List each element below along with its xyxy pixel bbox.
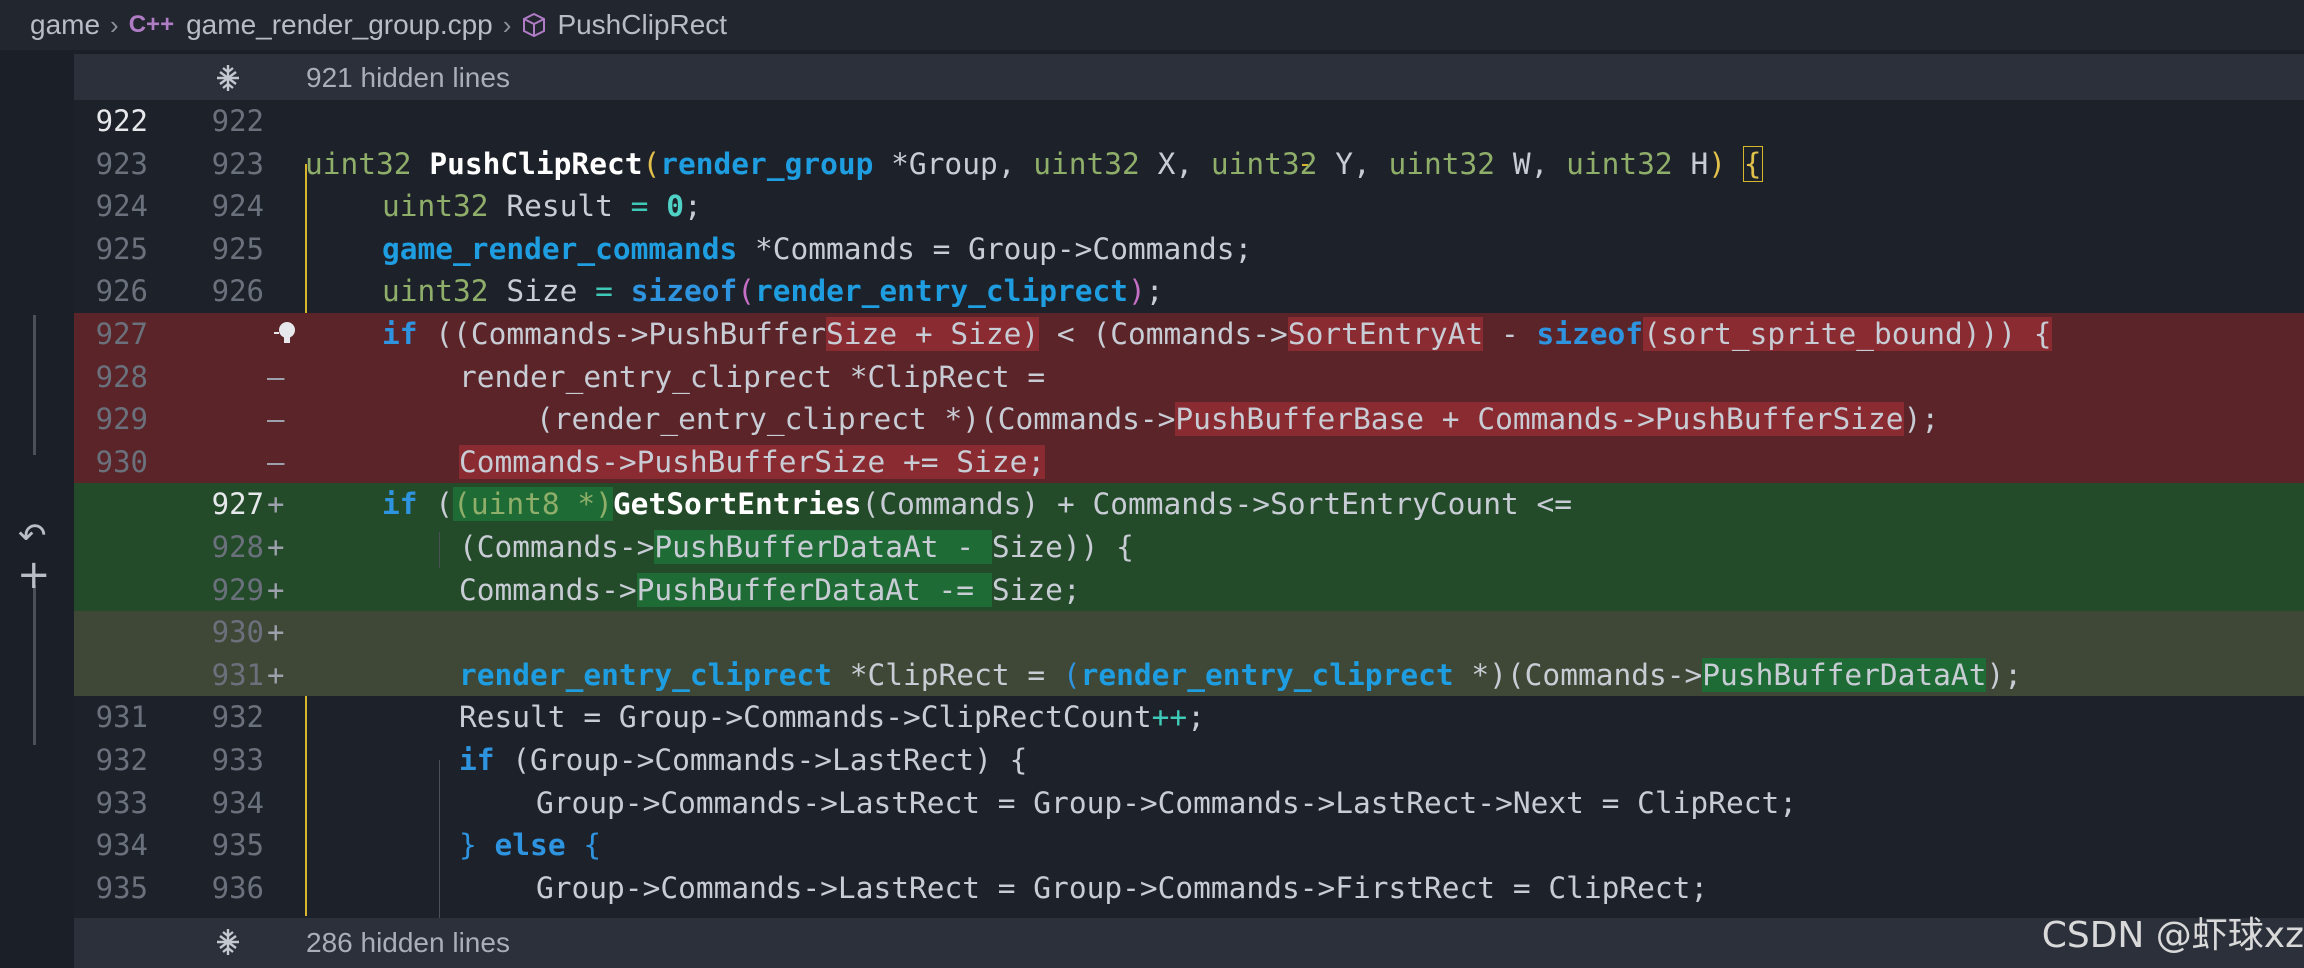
deleted-line: 929 — (render_entry_cliprect *)(Commands… bbox=[74, 398, 2304, 441]
line-number-new: 925 bbox=[211, 231, 264, 266]
line-number-old: 934 bbox=[95, 828, 148, 863]
code-text[interactable]: Result = Group->Commands->ClipRectCount+… bbox=[459, 696, 1205, 739]
added-line: 927 + if ((uint8 *)GetSortEntries(Comman… bbox=[74, 483, 2304, 526]
line-number-new: 922 bbox=[211, 104, 264, 138]
line-number-old: 932 bbox=[95, 743, 148, 777]
added-line: 929 + Commands->PushBufferDataAt -= Size… bbox=[74, 568, 2304, 612]
code-text[interactable]: render_entry_cliprect *ClipRect = bbox=[459, 356, 1045, 399]
code-text[interactable]: uint32 Size = sizeof(render_entry_clipre… bbox=[382, 270, 1164, 313]
code-text[interactable]: Group->Commands->LastRect = Group->Comma… bbox=[536, 867, 1708, 910]
diff-marker: + bbox=[267, 487, 285, 522]
breadcrumb: game › C++ game_render_group.cpp › PushC… bbox=[0, 0, 2304, 50]
line-number-new: 932 bbox=[211, 700, 264, 735]
code-line: 922 922 bbox=[74, 100, 2304, 143]
plus-icon[interactable]: + bbox=[17, 552, 51, 598]
deleted-line: 930 — Commands->PushBufferSize += Size; bbox=[74, 440, 2304, 484]
watermark: CSDN @虾球xz bbox=[2041, 915, 2304, 956]
line-number-new: 928 bbox=[211, 530, 264, 564]
code-line: 932 933 if (Group->Commands->LastRect) { bbox=[74, 739, 2304, 782]
chevron-right-icon: › bbox=[502, 9, 512, 40]
line-number-old: 929 bbox=[95, 402, 148, 437]
code-line: 933 934 Group->Commands->LastRect = Grou… bbox=[74, 782, 2304, 825]
code-text[interactable]: uint32 Result = 0; bbox=[382, 185, 702, 228]
line-number-old: 926 bbox=[95, 274, 148, 309]
code-line: 935 936 Group->Commands->LastRect = Grou… bbox=[74, 867, 2304, 910]
breadcrumb-symbol[interactable]: PushClipRect bbox=[557, 9, 727, 41]
diff-marker: + bbox=[267, 615, 285, 650]
code-text[interactable]: Commands->PushBufferDataAt -= Size; bbox=[459, 569, 1081, 612]
diff-marker: — bbox=[267, 359, 285, 394]
line-number-old: 935 bbox=[95, 870, 148, 905]
chevron-right-icon: › bbox=[110, 9, 119, 40]
diff-gutter: ↶ + bbox=[0, 50, 74, 968]
code-line: 924 924 uint32 Result = 0; bbox=[74, 185, 2304, 228]
breadcrumb-file[interactable]: game_render_group.cpp bbox=[186, 9, 493, 41]
line-number-new: 936 bbox=[211, 870, 264, 905]
unfold-icon[interactable] bbox=[212, 926, 244, 965]
hidden-lines-top[interactable]: 921 hidden lines bbox=[74, 54, 2304, 102]
deleted-line: 928 — render_entry_cliprect *ClipRect = bbox=[74, 355, 2304, 399]
code-text[interactable]: if ((Commands->PushBufferSize + Size) < … bbox=[382, 313, 2052, 356]
line-number-old: 933 bbox=[95, 785, 148, 820]
code-line: 926 926 uint32 Size = sizeof(render_entr… bbox=[74, 270, 2304, 313]
line-number-new: 931 bbox=[211, 657, 264, 692]
diff-marker: — bbox=[267, 402, 285, 437]
hidden-lines-bottom[interactable]: 286 hidden lines bbox=[74, 918, 2304, 968]
breadcrumb-folder[interactable]: game bbox=[30, 9, 100, 41]
code-line: 923 923 uint32 PushClipRect(render_group… bbox=[74, 143, 2304, 186]
code-text[interactable]: } else { bbox=[459, 824, 601, 867]
cpp-file-icon: C++ bbox=[128, 11, 175, 38]
hidden-lines-label: 286 hidden lines bbox=[306, 927, 510, 958]
code-text[interactable]: Group->Commands->LastRect = Group->Comma… bbox=[536, 782, 1797, 825]
code-text[interactable]: (Commands->PushBufferDataAt - Size)) { bbox=[459, 526, 1134, 569]
code-text[interactable]: if ((uint8 *)GetSortEntries(Commands) + … bbox=[382, 483, 1572, 526]
diff-marker: + bbox=[267, 657, 285, 692]
line-number-new: 935 bbox=[211, 828, 264, 863]
code-text[interactable]: Commands->PushBufferSize += Size; bbox=[459, 441, 1046, 484]
added-line: 930 + bbox=[74, 611, 2304, 654]
code-line: 925 925 game_render_commands *Commands =… bbox=[74, 228, 2304, 271]
line-number-old: 923 bbox=[95, 146, 148, 181]
code-line: 934 935 } else { bbox=[74, 824, 2304, 867]
change-bar bbox=[33, 585, 36, 745]
diff-marker: + bbox=[267, 530, 285, 564]
diff-editor[interactable]: 922 922 923 923 uint32 PushClipRect(rend… bbox=[74, 100, 2304, 918]
line-number-old: 931 bbox=[95, 700, 148, 735]
lightbulb-icon[interactable] bbox=[272, 319, 298, 353]
line-number-new: 926 bbox=[211, 274, 264, 309]
line-number-old: 924 bbox=[95, 189, 148, 224]
diff-marker: — bbox=[267, 444, 285, 479]
line-number-new: 924 bbox=[211, 189, 264, 224]
line-number-new: 934 bbox=[211, 785, 264, 820]
hidden-lines-label: 921 hidden lines bbox=[306, 62, 510, 93]
cube-symbol-icon bbox=[521, 12, 547, 38]
added-line: 928 + (Commands->PushBufferDataAt - Size… bbox=[74, 526, 2304, 569]
indent-guide bbox=[439, 532, 440, 568]
indent-guide bbox=[439, 840, 440, 918]
line-number-old: 930 bbox=[95, 444, 148, 479]
line-number-new: 923 bbox=[211, 146, 264, 181]
code-text[interactable]: game_render_commands *Commands = Group->… bbox=[382, 228, 1252, 271]
line-number-new: 929 bbox=[211, 572, 264, 607]
line-number-old: 922 bbox=[95, 104, 148, 138]
added-line: 931 + render_entry_cliprect *ClipRect = … bbox=[74, 653, 2304, 697]
code-line: 931 932 Result = Group->Commands->ClipRe… bbox=[74, 696, 2304, 739]
line-number-new: 927 bbox=[211, 487, 264, 522]
deleted-line: 927 if ((Commands->PushBufferSize + Size… bbox=[74, 313, 2304, 356]
line-number-new: 933 bbox=[211, 743, 264, 777]
line-number-old: 925 bbox=[95, 231, 148, 266]
code-text[interactable]: uint32 PushClipRect(render_group *Group,… bbox=[305, 143, 1763, 186]
undo-icon[interactable]: ↶ bbox=[18, 516, 47, 556]
code-text[interactable]: if (Group->Commands->LastRect) { bbox=[459, 739, 1027, 782]
change-bar bbox=[33, 315, 36, 455]
line-number-new: 930 bbox=[211, 615, 264, 650]
line-number-old: 928 bbox=[95, 359, 148, 394]
code-text[interactable]: (render_entry_cliprect *)(Commands->Push… bbox=[536, 398, 1939, 441]
diff-marker: + bbox=[267, 572, 285, 607]
unfold-icon[interactable] bbox=[212, 62, 244, 101]
line-number-old: 927 bbox=[95, 317, 148, 351]
code-text[interactable]: render_entry_cliprect *ClipRect = (rende… bbox=[459, 654, 2022, 697]
